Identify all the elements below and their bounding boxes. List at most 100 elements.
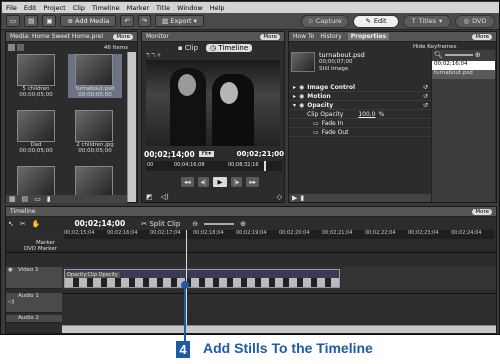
playhead[interactable] xyxy=(264,161,266,171)
zoom-in-icon[interactable]: ⊕ xyxy=(475,51,481,59)
opacity-value[interactable]: 100.0 xyxy=(358,111,375,118)
properties-more-button[interactable]: More xyxy=(472,33,492,40)
monitor-more-button[interactable]: More xyxy=(260,33,280,40)
icon-view-icon[interactable] xyxy=(8,44,15,51)
hand-tool-icon[interactable]: ✋ xyxy=(32,220,41,228)
save-button[interactable]: ▣ xyxy=(42,15,57,27)
menu-project[interactable]: Project xyxy=(43,4,65,12)
tab-clip[interactable]: ▪ Clip xyxy=(174,44,202,52)
tab-history[interactable]: History xyxy=(320,33,341,40)
eye-icon: ◉ xyxy=(299,101,305,109)
monitor-panel-tab[interactable]: Monitor More xyxy=(142,32,284,42)
premiere-elements-window: File Edit Project Clip Timeline Marker T… xyxy=(0,0,500,335)
export-button[interactable]: ▥ Export ▾ xyxy=(155,15,204,27)
list-icon[interactable]: ▤ xyxy=(22,195,29,203)
menu-file[interactable]: File xyxy=(6,4,17,12)
add-media-button[interactable]: ⊕ Add Media xyxy=(60,15,117,27)
fade-out-button[interactable]: ▭ Fade Out xyxy=(289,128,431,137)
media-item[interactable]: 2 children.jpg 00;00;05;00 xyxy=(68,110,122,154)
zoom-out-icon[interactable]: 🔍︎ xyxy=(434,51,443,59)
monitor-ruler[interactable]: 00 00;04;16;08 00;08;32;16 xyxy=(146,161,282,171)
audio-2-label: Audio 2 xyxy=(18,315,39,321)
step-caption: Add Stills To the Timeline xyxy=(203,340,373,356)
menu-help[interactable]: Help xyxy=(210,4,225,12)
mode-capture-button[interactable]: ▫ Capture xyxy=(301,14,349,28)
timeline-playhead[interactable] xyxy=(186,230,187,325)
fit-select[interactable]: Fit▾ xyxy=(198,151,214,157)
split-clip-button[interactable]: ✂ Split Clip xyxy=(141,220,180,228)
mode-edit-button[interactable]: ✎ Edit xyxy=(353,14,399,28)
menu-clip[interactable]: Clip xyxy=(73,4,85,12)
list-view-icon[interactable] xyxy=(17,44,24,51)
scissors-icon: ✂ xyxy=(141,219,148,228)
export-label: Export xyxy=(170,17,192,25)
effect-opacity[interactable]: ▾ ◉ Opacity ↺ xyxy=(289,101,431,110)
audio-1-header[interactable]: ◁) Audio 1 xyxy=(6,293,62,313)
timeline-ruler[interactable]: 00;02;15;04 00;02;16;04 00;02;17;04 00;0… xyxy=(64,230,494,239)
person-right-face xyxy=(220,82,238,104)
media-item[interactable] xyxy=(75,166,115,198)
rewind-button[interactable]: ◂◂ xyxy=(180,176,195,188)
grid-icon[interactable]: ▦ xyxy=(9,195,16,203)
split-icon[interactable]: ◩ xyxy=(146,193,153,201)
fade-in-button[interactable]: ▭ Fade In xyxy=(289,119,431,128)
folder-icon[interactable]: ▭ xyxy=(34,195,41,203)
open-button[interactable]: ▤ xyxy=(24,15,39,27)
media-scrollbar[interactable] xyxy=(127,52,136,202)
media-panel-title: Media: Home Sweet Home.prel xyxy=(10,33,104,40)
trash-icon[interactable]: ▮ xyxy=(47,195,51,203)
fade-in-label: Fade In xyxy=(321,119,344,127)
razor-tool-icon[interactable]: ✂ xyxy=(20,220,26,228)
mode-titles-button[interactable]: T Titles ▾ xyxy=(403,14,451,28)
menu-window[interactable]: Window xyxy=(177,4,203,12)
menu-edit[interactable]: Edit xyxy=(24,4,37,12)
step-forward-button[interactable]: |▸ xyxy=(229,176,244,188)
trash-icon[interactable]: ▮ xyxy=(300,194,304,202)
new-project-button[interactable]: ▭ xyxy=(6,15,21,27)
effect-image-control[interactable]: ▸ ◉ Image Control ↺ xyxy=(289,83,431,92)
media-item[interactable] xyxy=(17,166,57,198)
video-1-header[interactable]: ◉ Video 1 xyxy=(6,267,62,289)
tab-properties[interactable]: Properties xyxy=(347,33,390,40)
media-count: 46 Items xyxy=(103,44,128,51)
timeline-tab[interactable]: Timeline More xyxy=(6,207,496,217)
timeline-time[interactable]: 00;02;14;00 xyxy=(74,219,125,228)
tab-timeline[interactable]: ◷ Timeline xyxy=(206,44,253,52)
selection-tool-icon[interactable]: ↖ xyxy=(8,220,14,228)
menu-title[interactable]: Title xyxy=(156,4,170,12)
media-item[interactable]: 5 children 00;00;05;00 xyxy=(12,54,62,98)
menu-timeline[interactable]: Timeline xyxy=(92,4,120,12)
step-back-button[interactable]: ◂| xyxy=(196,176,210,188)
ruler-label: 00;02;18;04 xyxy=(193,230,224,236)
media-item-selected[interactable]: turnabout.psd 00;00;05;00 xyxy=(68,54,122,98)
timeline-clip[interactable]: Opacity:Clip Opacity xyxy=(64,269,340,288)
clip-details: turnabout.psd 00;00;07;00 Still Image xyxy=(319,52,365,82)
mode-dvd-button[interactable]: ◎ DVD xyxy=(455,14,495,28)
fast-forward-button[interactable]: ▸▸ xyxy=(245,176,260,188)
menu-marker[interactable]: Marker xyxy=(127,4,149,12)
tab-how-to[interactable]: How To xyxy=(293,33,314,40)
zoom-slider[interactable] xyxy=(444,53,473,56)
ruler-label: 00;02;20;04 xyxy=(279,230,310,236)
transport-controls: ◂◂ ◂| ▶ |▸ ▸▸ xyxy=(180,176,260,188)
clip-type: Still Image xyxy=(319,66,349,72)
titles-icon: T xyxy=(411,17,416,25)
media-panel-tab[interactable]: Media: Home Sweet Home.prel More xyxy=(6,32,137,42)
loop-icon[interactable]: ▶ xyxy=(292,194,297,202)
timeline-h-scrollbar[interactable] xyxy=(62,325,496,333)
media-more-button[interactable]: More xyxy=(113,33,133,40)
timeline-more-button[interactable]: More xyxy=(472,208,492,215)
zoom-in-icon[interactable]: ⊕ xyxy=(240,220,246,228)
volume-icon[interactable]: ◁) xyxy=(161,193,169,201)
media-item[interactable]: Dad 00;00;05;00 xyxy=(12,110,62,154)
play-button[interactable]: ▶ xyxy=(211,176,228,188)
timeline-zoom-slider[interactable] xyxy=(204,222,235,225)
current-time[interactable]: 00;02;14;00 xyxy=(144,150,195,159)
zoom-out-icon[interactable]: ⊖ xyxy=(192,220,198,228)
undo-button[interactable]: ↶ xyxy=(120,15,134,27)
marker-icon[interactable]: ◇ xyxy=(277,193,282,201)
audio-2-header[interactable]: Audio 2 xyxy=(6,315,62,323)
effect-motion[interactable]: ▸ ◉ Motion ↺ xyxy=(289,92,431,101)
redo-button[interactable]: ↷ xyxy=(137,15,152,27)
effect-name: Motion xyxy=(307,92,331,100)
